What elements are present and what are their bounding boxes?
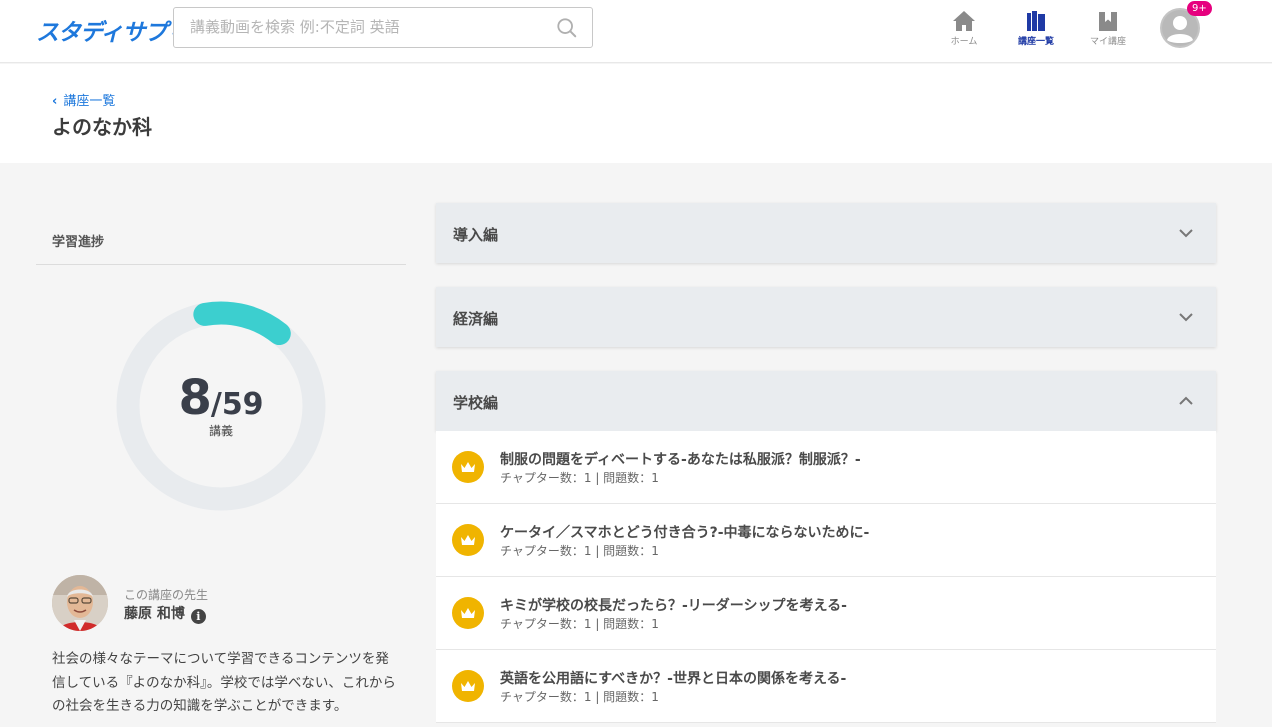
progress-label: 学習進捗 [52, 235, 105, 250]
lecture-title: キミが学校の校長だったら？-リーダーシップを考える- [500, 598, 847, 614]
course-list-icon [1027, 11, 1045, 31]
progress-completed: 8 [178, 370, 211, 426]
nav-my-course[interactable]: マイ講座 [1078, 10, 1138, 47]
lecture-title: ケータイ／スマホとどう付き合う?-中毒にならないために- [500, 525, 870, 541]
crown-icon [452, 670, 484, 702]
section-title: 導入編 [453, 226, 499, 244]
chevron-down-icon [1179, 229, 1193, 238]
back-link[interactable]: ‹ 講座一覧 [52, 90, 115, 109]
header: スタディサプリ ホーム 講座一覧 マイ講座 [0, 0, 1272, 63]
search-box[interactable] [173, 7, 593, 48]
nav-course-list[interactable]: 講座一覧 [1006, 10, 1066, 47]
lecture-title: 英語を公用語にすべきか？-世界と日本の関係を考える- [500, 671, 847, 687]
section-economy[interactable]: 経済編 [436, 287, 1216, 347]
progress-total: 59 [221, 387, 264, 422]
section-school[interactable]: 学校編 [436, 371, 1216, 431]
teacher-description: 社会の様々なテーマについて学習できるコンテンツを発信している『よのなか科』。学校… [52, 651, 396, 714]
home-icon [953, 11, 975, 31]
teacher-name: 藤原 和博 [124, 606, 185, 622]
crown-icon [452, 597, 484, 629]
teacher-photo [52, 575, 108, 631]
lecture-item[interactable]: ケータイ／スマホとどう付き合う?-中毒にならないために- チャプター数：1 | … [436, 504, 1216, 577]
my-course-icon [1099, 12, 1117, 31]
progress-count: 8/59 講義 [115, 370, 327, 439]
lecture-meta: チャプター数：1 | 問題数：1 [500, 544, 659, 558]
nav-course-list-label: 講座一覧 [1017, 37, 1054, 47]
chevron-left-icon: ‹ [52, 94, 58, 109]
lecture-item[interactable]: 制服の問題をディベートする-あなたは私服派？制服派？- チャプター数：1 | 問… [436, 431, 1216, 504]
crown-icon [452, 524, 484, 556]
progress-fill [193, 301, 291, 346]
lecture-meta: チャプター数：1 | 問題数：1 [500, 617, 659, 631]
teacher-portrait [52, 575, 108, 631]
back-link-label: 講座一覧 [63, 94, 116, 109]
crown-icon [452, 451, 484, 483]
progress-unit: 講義 [208, 424, 233, 438]
logo[interactable]: スタディサプリ [36, 13, 189, 47]
lecture-title: 制服の問題をディベートする-あなたは私服派？制服派？- [500, 452, 861, 468]
section-title: 学校編 [453, 394, 499, 412]
lecture-meta: チャプター数：1 | 問題数：1 [500, 471, 659, 485]
lecture-meta: チャプター数：1 | 問題数：1 [500, 690, 659, 704]
title-band: ‹ 講座一覧 よのなか科 [0, 64, 1272, 163]
teacher-role: この講座の先生 [124, 588, 209, 602]
nav-my-course-label: マイ講座 [1089, 37, 1126, 47]
info-icon[interactable]: i [190, 609, 206, 624]
page-title: よのなか科 [52, 115, 152, 139]
nav-home-label: ホーム [950, 37, 978, 47]
notification-badge: 9+ [1187, 1, 1212, 16]
divider [36, 264, 406, 265]
search-input[interactable] [190, 18, 550, 36]
section-title: 経済編 [453, 310, 499, 328]
chevron-down-icon [1179, 313, 1193, 322]
lecture-item[interactable]: 英語を公用語にすべきか？-世界と日本の関係を考える- チャプター数：1 | 問題… [436, 650, 1216, 723]
progress-slash: / [210, 387, 222, 422]
user-avatar[interactable]: 9+ [1159, 1, 1212, 49]
section-intro[interactable]: 導入編 [436, 203, 1216, 263]
teacher-name-row: 藤原 和博 i [124, 603, 206, 624]
search-icon[interactable] [556, 17, 578, 39]
lecture-item[interactable]: キミが学校の校長だったら？-リーダーシップを考える- チャプター数：1 | 問題… [436, 577, 1216, 650]
nav-home[interactable]: ホーム [934, 10, 994, 47]
chevron-up-icon [1179, 396, 1193, 405]
lecture-list: 制服の問題をディベートする-あなたは私服派？制服派？- チャプター数：1 | 問… [436, 431, 1216, 723]
